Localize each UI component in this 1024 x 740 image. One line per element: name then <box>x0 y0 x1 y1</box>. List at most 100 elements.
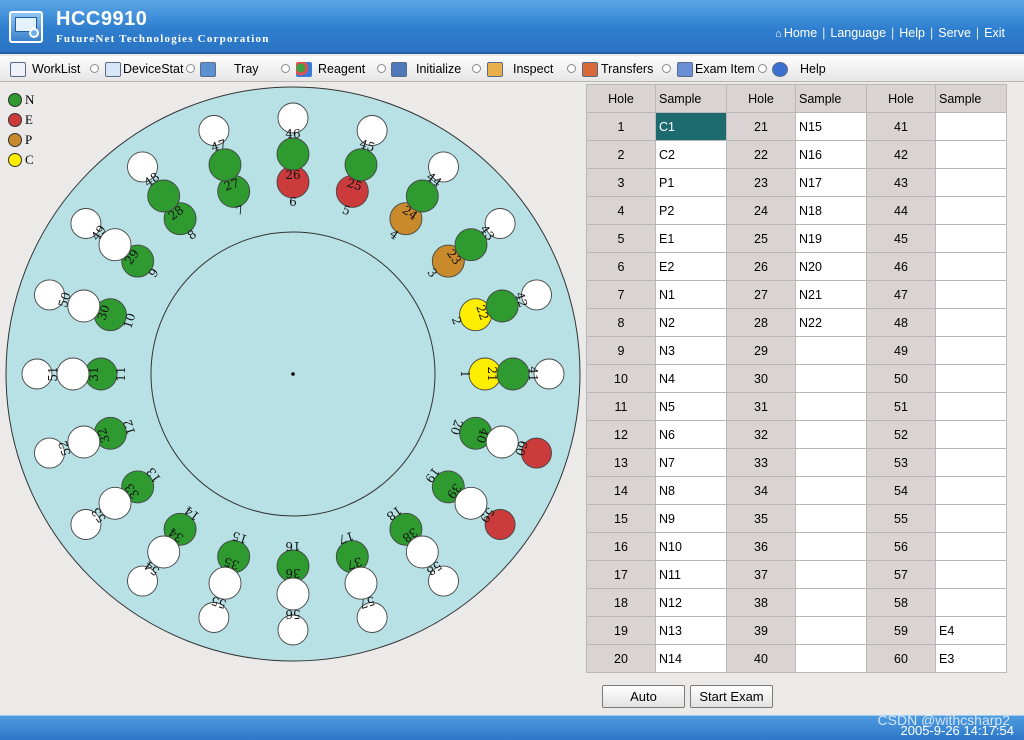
hole-number-cell: 14 <box>586 476 656 505</box>
sample-cell[interactable]: E4 <box>935 616 1007 645</box>
sample-cell[interactable] <box>935 280 1007 309</box>
hole-number-cell: 32 <box>726 420 796 449</box>
table-row: 1 C1 21 N15 41 <box>586 112 1007 141</box>
toolbar-transfers[interactable]: Transfers <box>582 56 653 82</box>
sample-cell[interactable] <box>795 336 867 365</box>
hole-number-cell: 16 <box>586 532 656 561</box>
auto-button[interactable]: Auto <box>602 685 685 708</box>
help-icon <box>772 61 788 77</box>
tray-hole <box>276 137 310 171</box>
sample-cell[interactable]: N22 <box>795 308 867 337</box>
legend-item-p: P <box>8 132 32 148</box>
sample-cell[interactable]: P2 <box>655 196 727 225</box>
sample-cell[interactable]: N6 <box>655 420 727 449</box>
table-row: 10 N4 30 50 <box>586 364 1007 393</box>
sample-cell[interactable]: N9 <box>655 504 727 533</box>
toolbar-reagent[interactable]: Reagent <box>296 56 365 82</box>
sample-cell[interactable] <box>935 420 1007 449</box>
sample-cell[interactable]: C2 <box>655 140 727 169</box>
sample-cell[interactable] <box>795 532 867 561</box>
sample-cell[interactable] <box>795 364 867 393</box>
sample-cell[interactable]: N10 <box>655 532 727 561</box>
sample-cell[interactable] <box>935 476 1007 505</box>
start-exam-button[interactable]: Start Exam <box>690 685 773 708</box>
table-row: 8 N2 28 N22 48 <box>586 308 1007 337</box>
sample-cell[interactable]: N15 <box>795 112 867 141</box>
hole-number-cell: 47 <box>866 280 936 309</box>
hole-number-cell: 33 <box>726 448 796 477</box>
sample-cell[interactable] <box>935 112 1007 141</box>
sample-cell[interactable]: N16 <box>795 140 867 169</box>
toolbar-transfers-label: Transfers <box>601 62 654 76</box>
hole-number-cell: 58 <box>866 588 936 617</box>
toolbar-inspect[interactable]: Inspect <box>487 56 553 82</box>
sample-cell[interactable] <box>795 504 867 533</box>
sample-cell[interactable] <box>795 476 867 505</box>
toolbar-separator <box>758 64 767 73</box>
nav-language-link[interactable]: Language <box>825 26 891 40</box>
toolbar-initialize[interactable]: Initialize <box>391 56 461 82</box>
sample-cell[interactable] <box>935 532 1007 561</box>
sample-cell[interactable] <box>935 336 1007 365</box>
sample-cell[interactable] <box>935 364 1007 393</box>
toolbar-reagent-label: Reagent <box>318 62 366 76</box>
sample-cell[interactable]: P1 <box>655 168 727 197</box>
sample-cell[interactable]: N8 <box>655 476 727 505</box>
sample-cell[interactable] <box>935 224 1007 253</box>
sample-cell[interactable]: N18 <box>795 196 867 225</box>
nav-exit-link[interactable]: Exit <box>979 26 1010 40</box>
sample-cell[interactable] <box>795 644 867 673</box>
column-header: Hole <box>586 84 656 113</box>
sample-cell[interactable]: N5 <box>655 392 727 421</box>
hole-number-cell: 17 <box>586 560 656 589</box>
sample-cell[interactable]: N4 <box>655 364 727 393</box>
sample-cell[interactable]: E2 <box>655 252 727 281</box>
sample-cell[interactable]: E1 <box>655 224 727 253</box>
hole-number-label: 41 <box>526 366 540 381</box>
sample-cell[interactable]: N14 <box>655 644 727 673</box>
sample-cell[interactable]: N2 <box>655 308 727 337</box>
sample-cell[interactable]: N21 <box>795 280 867 309</box>
sample-cell[interactable] <box>935 252 1007 281</box>
sample-cell[interactable]: N7 <box>655 448 727 477</box>
toolbar-worklist[interactable]: WorkList <box>10 56 80 82</box>
sample-cell[interactable] <box>935 392 1007 421</box>
sample-cell[interactable] <box>935 196 1007 225</box>
toolbar-help[interactable]: Help <box>772 56 826 82</box>
sample-cell[interactable]: N13 <box>655 616 727 645</box>
sample-cell[interactable]: N12 <box>655 588 727 617</box>
sample-cell[interactable] <box>795 420 867 449</box>
sample-cell[interactable] <box>935 448 1007 477</box>
sample-cell[interactable] <box>935 504 1007 533</box>
sample-cell[interactable]: N17 <box>795 168 867 197</box>
sample-cell[interactable]: N20 <box>795 252 867 281</box>
sample-cell[interactable]: N19 <box>795 224 867 253</box>
sample-cell[interactable] <box>935 308 1007 337</box>
toolbar-devicestat[interactable]: DeviceStat <box>105 56 183 82</box>
hole-number-cell: 3 <box>586 168 656 197</box>
sample-cell[interactable] <box>795 392 867 421</box>
sample-cell[interactable] <box>795 616 867 645</box>
sample-cell[interactable] <box>795 588 867 617</box>
hole-number-cell: 24 <box>726 196 796 225</box>
hole-number-cell: 11 <box>586 392 656 421</box>
hole-number-label: 21 <box>485 366 499 381</box>
tray-hole <box>276 577 310 611</box>
toolbar-tray[interactable]: Tray <box>200 56 259 82</box>
sample-cell[interactable] <box>935 588 1007 617</box>
sample-cell[interactable]: C1 <box>655 112 727 141</box>
nav-home-link[interactable]: ⌂ Home <box>770 26 822 40</box>
toolbar-exam-item[interactable]: Exam Item <box>677 56 755 82</box>
sample-cell[interactable] <box>935 140 1007 169</box>
sample-cell[interactable]: N1 <box>655 280 727 309</box>
sample-cell[interactable] <box>795 448 867 477</box>
nav-help-link[interactable]: Help <box>894 26 930 40</box>
sample-cell[interactable] <box>795 560 867 589</box>
column-header: Sample <box>655 84 727 113</box>
sample-cell[interactable]: N11 <box>655 560 727 589</box>
sample-cell[interactable] <box>935 560 1007 589</box>
nav-serve-link[interactable]: Serve <box>933 26 976 40</box>
sample-cell[interactable]: E3 <box>935 644 1007 673</box>
sample-cell[interactable] <box>935 168 1007 197</box>
sample-cell[interactable]: N3 <box>655 336 727 365</box>
